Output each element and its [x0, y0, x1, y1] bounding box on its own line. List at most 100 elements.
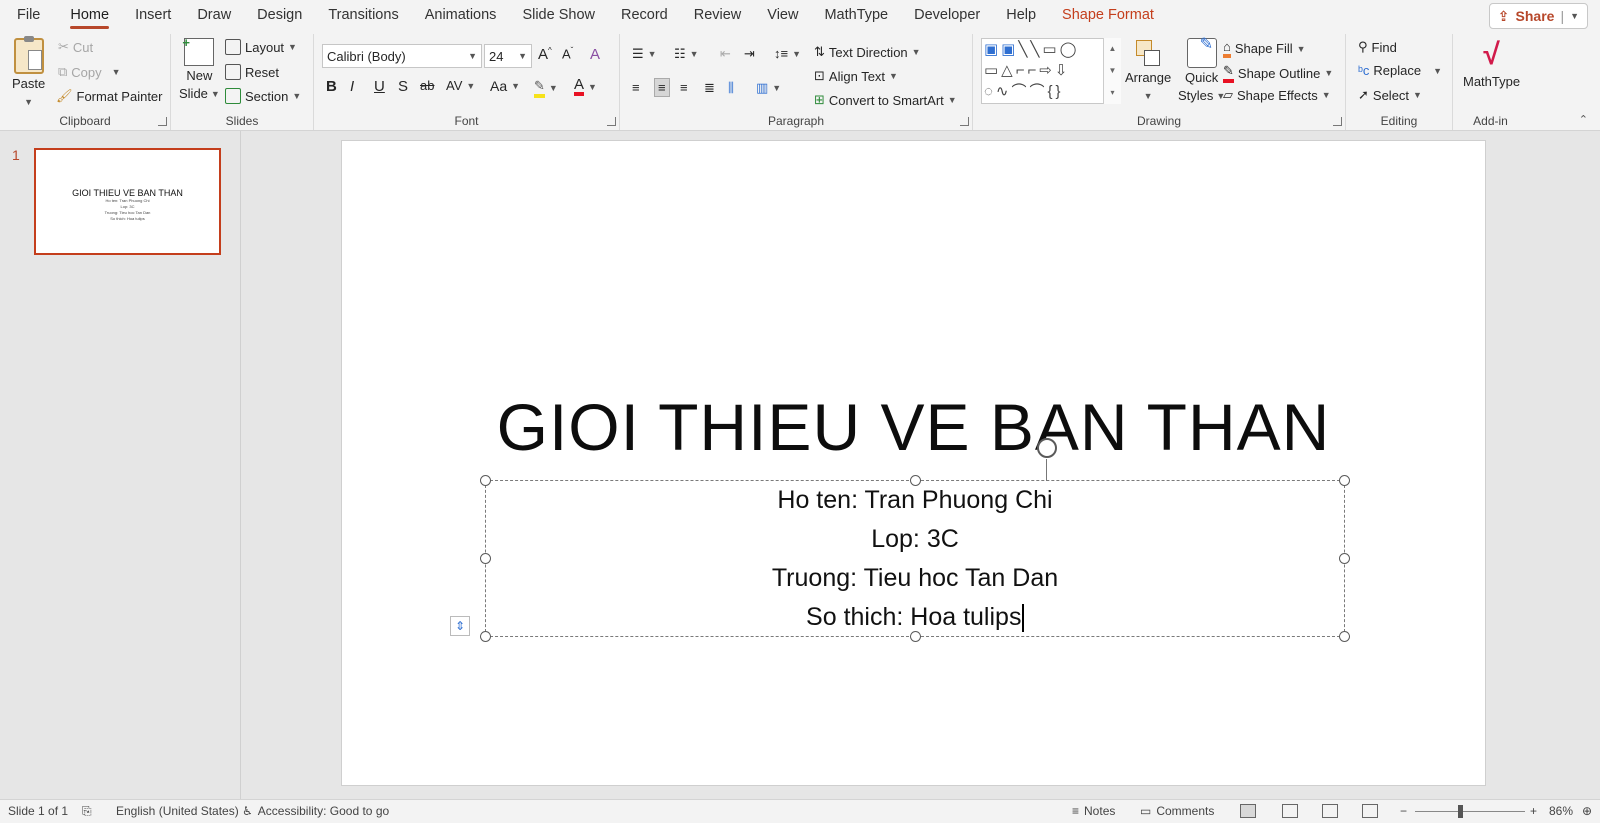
paste-button[interactable]: Paste ▼ — [12, 36, 45, 110]
resize-handle[interactable] — [1339, 475, 1350, 486]
subtitle-textbox[interactable]: Ho ten: Tran Phuong Chi Lop: 3C Truong: … — [450, 438, 1350, 642]
replace-button[interactable]: ᵇc Replace ▼ — [1358, 63, 1442, 78]
resize-handle[interactable] — [480, 631, 491, 642]
normal-view-icon[interactable] — [1240, 804, 1256, 818]
shape-effects-button[interactable]: ▱ Shape Effects ▼ — [1223, 87, 1331, 103]
layout-button[interactable]: Layout ▼ — [225, 39, 297, 55]
align-text-button[interactable]: ⊡ Align Text ▼ — [814, 68, 898, 84]
tab-draw[interactable]: Draw — [184, 0, 244, 32]
highlight-button[interactable]: ✎ ▼ — [534, 78, 558, 98]
tab-record[interactable]: Record — [608, 0, 681, 32]
numbering-button[interactable]: ☷ ▼ — [674, 46, 699, 62]
find-button[interactable]: ⚲ Find — [1358, 39, 1397, 55]
select-button[interactable]: ➚ Select ▼ — [1358, 87, 1422, 103]
resize-handle[interactable] — [480, 475, 491, 486]
tab-animations[interactable]: Animations — [412, 0, 510, 32]
chevron-down-icon[interactable]: ▼ — [1570, 11, 1579, 21]
resize-handle[interactable] — [1339, 631, 1350, 642]
change-case-button[interactable]: Aa ▼ — [490, 78, 520, 94]
autofit-options-icon[interactable]: ⇕ — [450, 616, 470, 636]
slide-thumbnail[interactable]: GIOI THIEU VE BAN THAN Ho ten: Tran Phuo… — [34, 148, 221, 255]
reset-button[interactable]: Reset — [225, 64, 279, 80]
resize-handle[interactable] — [910, 475, 921, 486]
font-size-combo[interactable]: 24 ▼ — [484, 44, 532, 68]
zoom-level[interactable]: 86% — [1549, 804, 1573, 818]
textbox-line[interactable]: Truong: Tieu hoc Tan Dan — [486, 559, 1344, 598]
cut-button[interactable]: ✂ Cut — [58, 39, 93, 55]
slide-title[interactable]: GIOI THIEU VE BAN THAN — [342, 389, 1485, 465]
textbox-line[interactable]: Ho ten: Tran Phuong Chi — [486, 481, 1344, 520]
justify-button[interactable]: ≣ — [704, 80, 715, 96]
spellcheck-icon[interactable]: ⎘ — [82, 804, 92, 819]
increase-indent-button[interactable]: ⇥ — [744, 46, 755, 62]
underline-button[interactable]: U — [374, 78, 385, 95]
zoom-out-button[interactable]: − — [1400, 804, 1407, 818]
rotate-handle-icon[interactable] — [1037, 438, 1057, 458]
italic-button[interactable]: I — [350, 78, 354, 95]
language-indicator[interactable]: English (United States) — [116, 804, 239, 818]
slide-sorter-icon[interactable] — [1282, 804, 1298, 818]
columns-button[interactable]: ▥ ▼ — [756, 80, 781, 96]
distributed-button[interactable]: ⫼ — [728, 80, 734, 96]
slideshow-view-icon[interactable] — [1362, 804, 1378, 818]
quick-styles-button[interactable]: ✎ Quick Styles ▼ — [1178, 37, 1225, 104]
mathtype-button[interactable]: √ MathType — [1463, 38, 1520, 90]
tab-home[interactable]: Home — [57, 0, 122, 32]
zoom-slider[interactable] — [1415, 811, 1525, 812]
text-shadow-button[interactable]: S — [398, 78, 408, 95]
copy-button[interactable]: ⧉ Copy ▼ — [58, 64, 121, 80]
clear-formatting-button[interactable]: A — [590, 46, 600, 63]
shape-fill-button[interactable]: ⌂ Shape Fill ▼ — [1223, 39, 1306, 58]
shrink-font-button[interactable]: Aˇ — [562, 46, 573, 61]
align-right-button[interactable]: ≡ — [680, 80, 688, 95]
font-color-button[interactable]: A ▼ — [574, 77, 597, 96]
font-name-combo[interactable]: Calibri (Body) ▼ — [322, 44, 482, 68]
decrease-indent-button[interactable]: ⇤ — [720, 46, 731, 62]
comments-button[interactable]: ▭ Comments — [1140, 804, 1214, 818]
shape-outline-button[interactable]: ✎ Shape Outline ▼ — [1223, 63, 1333, 83]
tab-slide-show[interactable]: Slide Show — [509, 0, 608, 32]
slide-canvas[interactable]: GIOI THIEU VE BAN THAN Ho ten: Tran Phuo… — [341, 140, 1486, 786]
reading-view-icon[interactable] — [1322, 804, 1338, 818]
text-direction-button[interactable]: ⇅ Text Direction ▼ — [814, 44, 921, 60]
textbox-line[interactable]: Lop: 3C — [486, 520, 1344, 559]
align-left-button[interactable]: ≡ — [632, 80, 640, 95]
arrange-button[interactable]: Arrange ▼ — [1125, 38, 1171, 104]
zoom-in-button[interactable]: + — [1530, 804, 1537, 818]
notes-button[interactable]: ≡ Notes — [1072, 804, 1115, 818]
format-painter-button[interactable]: 🖌 Format Painter — [56, 88, 163, 104]
tab-file[interactable]: File — [0, 0, 57, 32]
resize-handle[interactable] — [910, 631, 921, 642]
bullets-button[interactable]: ☰ ▼ — [632, 46, 657, 62]
grow-font-button[interactable]: A^ — [538, 46, 552, 63]
resize-handle[interactable] — [480, 553, 491, 564]
dialog-launcher-icon[interactable] — [607, 117, 616, 126]
fit-to-window-icon[interactable]: ⊕ — [1582, 804, 1592, 818]
section-button[interactable]: Section ▼ — [225, 88, 301, 104]
dialog-launcher-icon[interactable] — [158, 117, 167, 126]
character-spacing-button[interactable]: AV ▼ — [446, 78, 475, 93]
slide-counter[interactable]: Slide 1 of 1 — [8, 804, 68, 818]
tab-insert[interactable]: Insert — [122, 0, 184, 32]
share-button[interactable]: ⇪ Share | ▼ — [1488, 3, 1588, 29]
resize-handle[interactable] — [1339, 553, 1350, 564]
tab-developer[interactable]: Developer — [901, 0, 993, 32]
tab-view[interactable]: View — [754, 0, 811, 32]
strikethrough-button[interactable]: ab — [420, 78, 434, 93]
shapes-gallery[interactable]: ▣▣╲╲▭◯ ▭△⌐⌐⇨⇩ ◌∿⌒⌒{} — [981, 38, 1121, 104]
convert-to-smartart-button[interactable]: ⊞ Convert to SmartArt ▼ — [814, 92, 957, 108]
collapse-ribbon-icon[interactable]: ⌃ — [1579, 113, 1588, 126]
tab-mathtype[interactable]: MathType — [811, 0, 901, 32]
textbox-line[interactable]: So thich: Hoa tulips — [806, 603, 1021, 631]
gallery-scroll[interactable]: ▲ ▼ ▾ — [1103, 38, 1121, 104]
align-center-button[interactable]: ≡ — [654, 78, 670, 97]
tab-transitions[interactable]: Transitions — [315, 0, 411, 32]
accessibility-status[interactable]: ♿ Accessibility: Good to go — [242, 804, 389, 818]
bold-button[interactable]: B — [326, 78, 337, 95]
dialog-launcher-icon[interactable] — [1333, 117, 1342, 126]
zoom-slider-knob[interactable] — [1458, 805, 1463, 818]
tab-review[interactable]: Review — [681, 0, 755, 32]
tab-design[interactable]: Design — [244, 0, 315, 32]
dialog-launcher-icon[interactable] — [960, 117, 969, 126]
line-spacing-button[interactable]: ↕≡ ▼ — [774, 46, 801, 61]
